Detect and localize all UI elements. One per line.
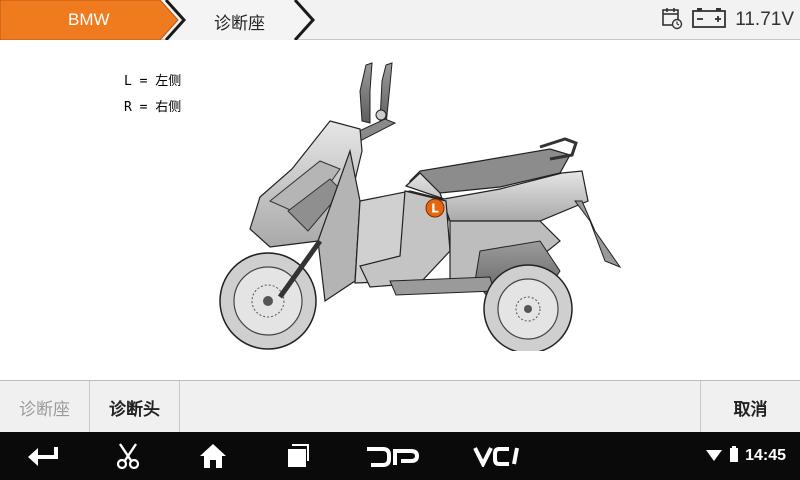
legend-right: R = 右侧	[124, 100, 182, 115]
connector-location-view: L = 左侧 R = 右侧 L	[0, 41, 800, 380]
breadcrumb-item-bmw[interactable]: BMW	[68, 10, 110, 30]
diagnostic-seat-button[interactable]: 诊断座	[0, 381, 90, 433]
side-legend: L = 左侧 R = 右侧	[124, 69, 181, 121]
recent-apps-icon[interactable]	[282, 440, 312, 472]
home-icon[interactable]	[196, 440, 230, 472]
calendar-clock-icon	[661, 6, 683, 34]
back-icon[interactable]	[24, 440, 62, 472]
system-status: 14:45	[705, 432, 786, 480]
battery-icon	[729, 446, 739, 466]
scooter-illustration: L	[219, 62, 622, 351]
breadcrumb-bar: BMW 诊断座 11.71V	[0, 0, 800, 40]
scissors-icon[interactable]	[112, 440, 144, 472]
system-nav-bar: 14:45	[0, 432, 800, 480]
diagnostic-head-button[interactable]: 诊断头	[90, 381, 180, 433]
breadcrumb-shapes	[0, 0, 316, 40]
cancel-button[interactable]: 取消	[700, 381, 800, 433]
dp-logo-icon[interactable]	[364, 440, 420, 472]
car-battery-icon	[691, 6, 727, 34]
status-area: 11.71V	[661, 0, 794, 40]
wifi-icon	[705, 446, 723, 466]
action-bar: 诊断座 诊断头 取消	[0, 380, 800, 433]
clock: 14:45	[745, 447, 786, 464]
vci-logo-icon[interactable]	[470, 440, 526, 472]
connector-marker-label: L	[431, 202, 439, 216]
app-root: BMW 诊断座 11.71V L = 左侧 R = 右侧 L 诊断座 诊断头 取…	[0, 0, 800, 480]
voltage-readout: 11.71V	[735, 9, 794, 30]
breadcrumb-item-diagnostic-seat[interactable]: 诊断座	[214, 9, 265, 34]
legend-left: L = 左侧	[124, 74, 182, 89]
